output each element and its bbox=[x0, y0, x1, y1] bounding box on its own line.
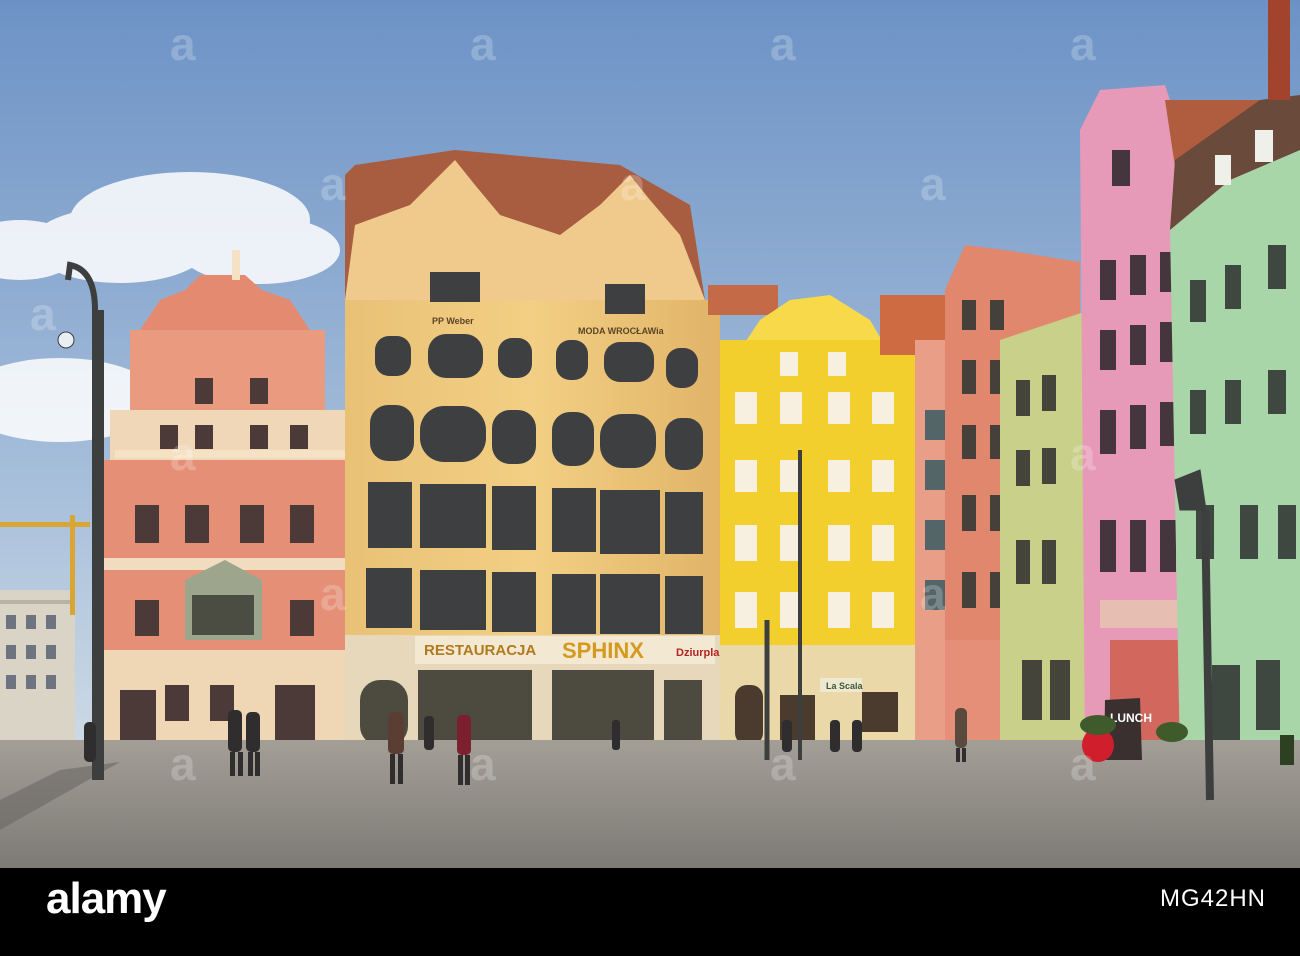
svg-text:a: a bbox=[170, 18, 196, 70]
svg-text:a: a bbox=[30, 288, 56, 340]
photo: RESTAURACJA SPHINX Dziurpla MODA WROCŁAW… bbox=[0, 0, 1300, 868]
alamy-logo[interactable]: alamy bbox=[46, 874, 196, 924]
svg-text:a: a bbox=[470, 738, 496, 790]
la-scala-sign: La Scala bbox=[826, 681, 864, 691]
svg-text:a: a bbox=[1070, 428, 1096, 480]
svg-text:a: a bbox=[920, 568, 946, 620]
svg-text:a: a bbox=[170, 738, 196, 790]
moda-sign: MODA WROCŁAWia bbox=[578, 326, 665, 336]
yellow-building-center: RESTAURACJA SPHINX Dziurpla MODA WROCŁAW… bbox=[345, 150, 720, 750]
svg-text:a: a bbox=[920, 158, 946, 210]
restauracja-sign: RESTAURACJA bbox=[424, 642, 536, 659]
image-id: MG42HN bbox=[1159, 885, 1266, 912]
lunch-sign-text: LUNCH bbox=[1110, 711, 1152, 725]
dziurpla-sign: Dziurpla bbox=[676, 647, 720, 659]
stock-footer-bar: alamy MG42HN bbox=[0, 868, 1300, 956]
svg-text:a: a bbox=[770, 18, 796, 70]
svg-text:a: a bbox=[320, 158, 346, 210]
svg-text:a: a bbox=[170, 428, 196, 480]
svg-text:a: a bbox=[620, 158, 646, 210]
sphinx-sign: SPHINX bbox=[562, 638, 644, 663]
weber-sign: PP Weber bbox=[432, 316, 474, 326]
svg-text:a: a bbox=[1070, 738, 1096, 790]
svg-text:a: a bbox=[770, 738, 796, 790]
svg-text:a: a bbox=[1070, 18, 1096, 70]
photo-scene: RESTAURACJA SPHINX Dziurpla MODA WROCŁAW… bbox=[0, 0, 1300, 956]
svg-text:a: a bbox=[470, 18, 496, 70]
svg-text:a: a bbox=[320, 568, 346, 620]
